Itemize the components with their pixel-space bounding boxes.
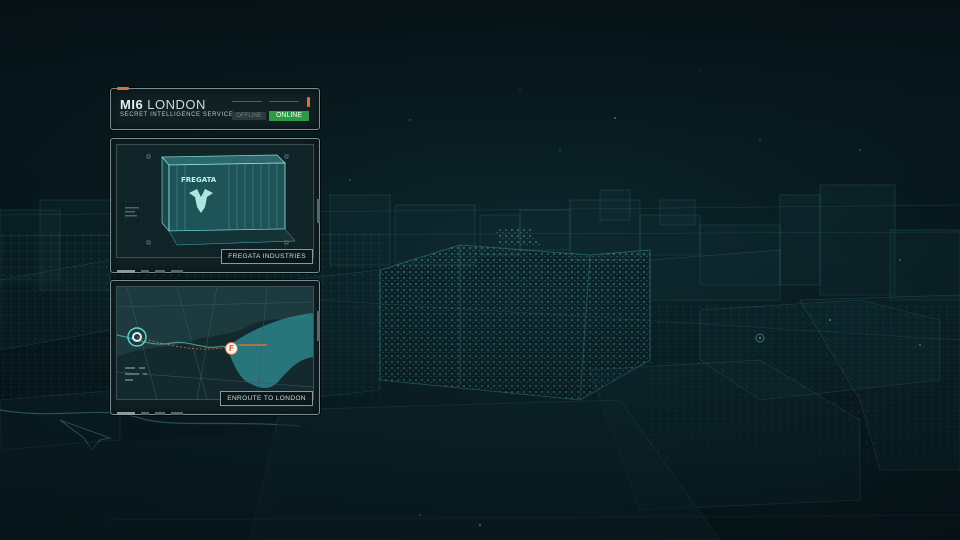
cargo-footer-bar <box>117 263 237 274</box>
agency-title: MI6 LONDON <box>120 97 206 112</box>
agency-city: LONDON <box>147 97 206 112</box>
map-footer-bar <box>117 405 237 416</box>
container-logo-text: FREGATA <box>181 176 217 184</box>
status-offline-badge: OFFLINE <box>232 112 266 120</box>
shipping-container-hologram: FREGATA <box>117 145 313 257</box>
map-caption: ENROUTE TO LONDON <box>220 391 313 406</box>
route-map <box>117 287 313 399</box>
header-accent-tab <box>117 87 129 90</box>
header-info-line <box>232 101 262 108</box>
game-scene: MI6 LONDON SECRET INTELLIGENCE SERVICE O… <box>0 0 960 540</box>
status-online-badge: ONLINE <box>269 111 309 121</box>
cargo-caption: FREGATA INDUSTRIES <box>221 249 313 264</box>
header-info-line-2 <box>269 101 299 108</box>
route-map-view: F <box>116 286 314 400</box>
header-side-marker <box>307 97 310 107</box>
cargo-scrollbar[interactable] <box>317 199 320 223</box>
agency-name: MI6 <box>120 97 144 112</box>
cargo-hologram-view: FREGATA <box>116 144 314 258</box>
map-scrollbar[interactable] <box>317 311 320 341</box>
route-map-panel: F ENROUTE TO LONDON <box>110 280 320 416</box>
agency-subtitle: SECRET INTELLIGENCE SERVICE <box>120 112 234 118</box>
fregata-map-marker[interactable]: F <box>225 342 238 355</box>
target-cargo-panel: FREGATA FREGATA INDUSTRIES <box>110 138 320 274</box>
agency-header-panel: MI6 LONDON SECRET INTELLIGENCE SERVICE O… <box>110 87 320 130</box>
